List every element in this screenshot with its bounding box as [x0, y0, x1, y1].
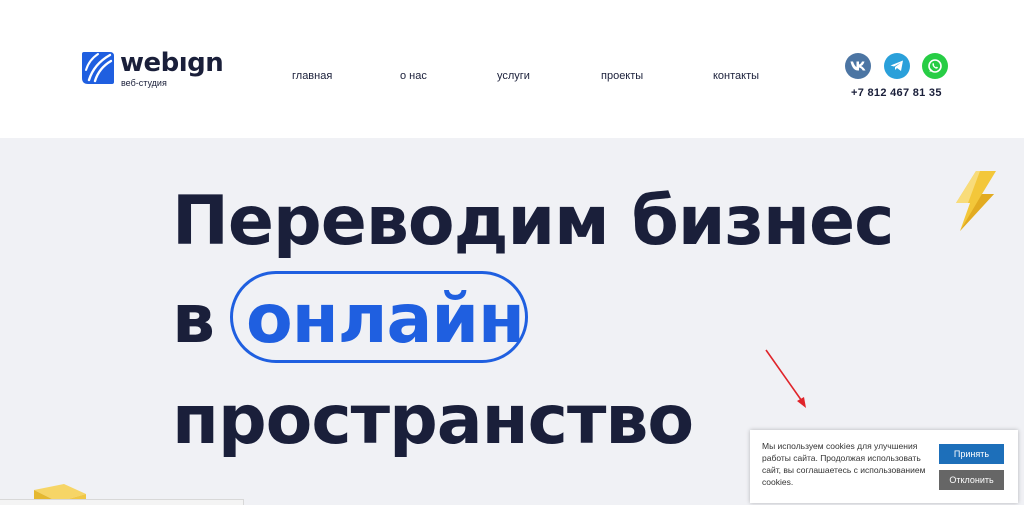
vk-icon[interactable]: [845, 53, 871, 79]
nav-item-services[interactable]: услуги: [497, 70, 530, 82]
decline-cookies-button[interactable]: Отклонить: [939, 470, 1004, 490]
telegram-icon[interactable]: [884, 53, 910, 79]
whatsapp-icon[interactable]: [922, 53, 948, 79]
cookie-notice-text: Мы используем cookies для улучшения рабо…: [762, 441, 926, 487]
nav-item-home[interactable]: главная: [292, 70, 332, 82]
social-links: [845, 53, 955, 79]
hero-highlight-word: онлайн: [246, 280, 525, 359]
hero-title-line-2: в: [172, 280, 215, 359]
site-header: webıgn веб-студия главная о нас услуги п…: [0, 0, 1024, 138]
accept-cookies-button[interactable]: Принять: [939, 444, 1004, 464]
lightning-bolt-icon: [956, 171, 996, 231]
hero-title-line-1: Переводим бизнес: [172, 182, 894, 261]
phone-number[interactable]: +7 812 467 81 35: [851, 87, 942, 99]
nav-item-projects[interactable]: проекты: [601, 70, 643, 82]
browser-status-bar: [0, 499, 244, 505]
nav-item-contacts[interactable]: контакты: [713, 70, 759, 82]
red-arrow-icon: [765, 349, 806, 408]
hero-title-line-3: пространство: [172, 381, 694, 460]
nav-item-about[interactable]: о нас: [400, 70, 427, 82]
cookie-banner: Мы используем cookies для улучшения рабо…: [750, 430, 1018, 503]
